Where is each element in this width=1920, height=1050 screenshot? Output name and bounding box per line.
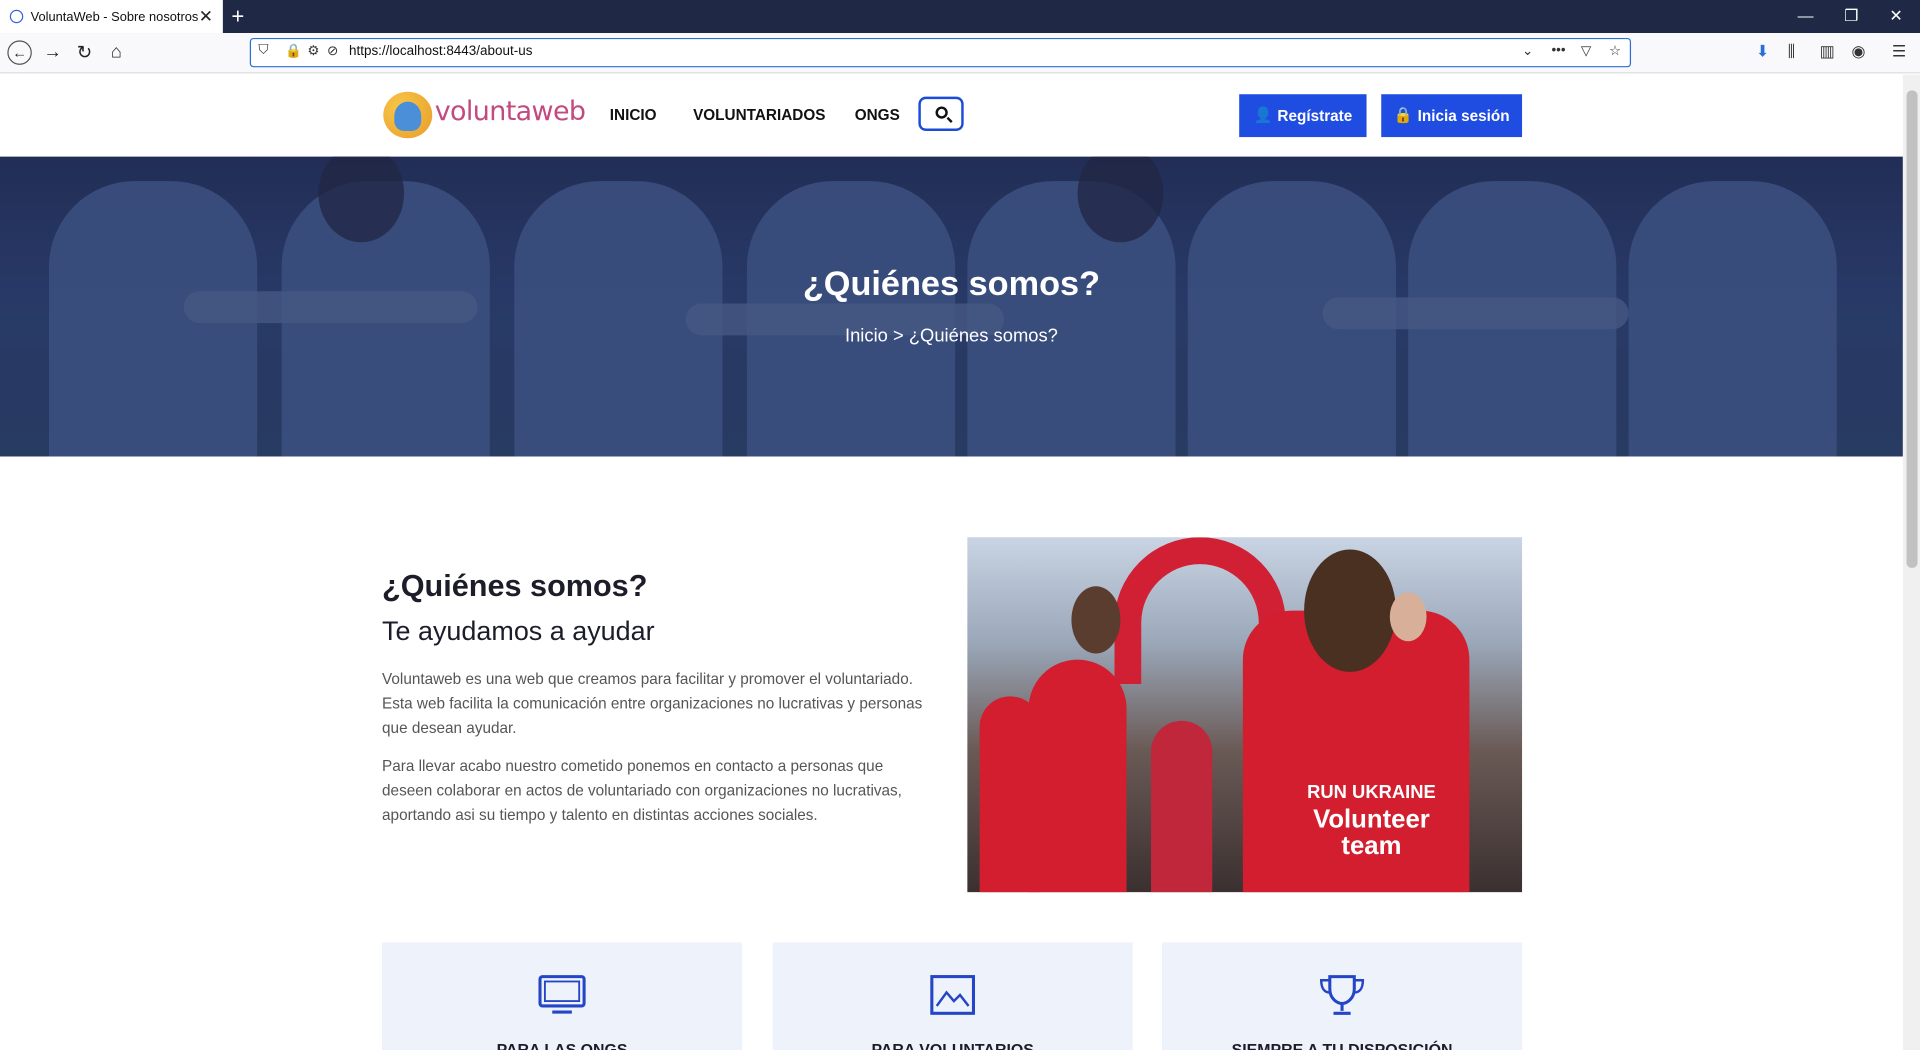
logo-text: voluntaweb <box>434 96 586 128</box>
paragraph-line: Para llevar acabo nuestro cometido ponem… <box>382 757 884 775</box>
download-icon[interactable]: ⬇ <box>1756 42 1769 62</box>
about-subheading: Te ayudamos a ayudar <box>382 615 655 647</box>
photo-head <box>1389 592 1427 642</box>
account-icon[interactable]: ◉ <box>1851 42 1865 62</box>
url-text[interactable]: https://localhost:8443/about-us <box>349 44 532 59</box>
close-tab-icon[interactable]: ✕ <box>199 6 213 27</box>
home-icon[interactable]: ⌂ <box>105 42 127 63</box>
back-icon[interactable]: ← <box>7 40 32 65</box>
photo-person <box>1028 659 1127 893</box>
register-label: Regístrate <box>1277 107 1353 125</box>
photo-head <box>1304 549 1396 672</box>
volunteers-photo: RUN UKRAINE Volunteer team <box>967 537 1523 893</box>
new-tab-icon[interactable]: + <box>231 4 244 30</box>
nav-item-ongs[interactable]: ONGS <box>855 106 900 123</box>
paragraph-line: Voluntaweb es una web que creamos para f… <box>382 670 913 688</box>
feature-card-title: PARA VOLUNTARIOS <box>871 1040 1034 1050</box>
paragraph-line: que desean ayudar. <box>382 719 517 737</box>
tracking-icon[interactable]: ⊘ <box>327 43 338 59</box>
minimize-icon[interactable]: — <box>1798 6 1814 24</box>
about-heading: ¿Quiénes somos? <box>382 569 648 604</box>
paragraph-line: aportando asi su tiempo y talento en dis… <box>382 806 818 824</box>
search-button[interactable] <box>918 96 964 131</box>
breadcrumb-home-link[interactable]: Inicio <box>845 326 888 347</box>
image-icon <box>930 975 976 1015</box>
breadcrumb: Inicio > ¿Quiénes somos? <box>0 326 1903 347</box>
tab-title: VoluntaWeb - Sobre nosotros <box>30 9 199 24</box>
address-bar[interactable]: ⛉ 🔒 ⚙ ⊘ https://localhost:8443/about-us … <box>249 37 1632 68</box>
feature-card-title: SIEMPRE A TU DISPOSICIÓN <box>1231 1040 1453 1050</box>
register-button[interactable]: 👤 Regístrate <box>1239 94 1367 138</box>
photo-head <box>1071 586 1121 654</box>
breadcrumb-separator: > <box>892 325 904 347</box>
nav-item-inicio[interactable]: INICIO <box>610 106 657 123</box>
feature-card-ongs: PARA LAS ONGS <box>382 942 743 1050</box>
monitor-icon <box>538 975 586 1014</box>
bookmark-star-icon[interactable]: ☆ <box>1609 43 1621 59</box>
more-icon[interactable]: ••• <box>1551 43 1565 58</box>
site-logo[interactable]: voluntaweb <box>383 89 586 140</box>
user-icon: 👤 <box>1253 106 1273 124</box>
shield-icon[interactable]: ⛉ <box>258 43 268 59</box>
hero-title: ¿Quiénes somos? <box>802 264 1101 303</box>
nav-item-voluntariados[interactable]: VOLUNTARIADOS <box>693 106 825 123</box>
browser-tab-bar: VoluntaWeb - Sobre nosotros ✕ + — ❐ ✕ <box>0 0 1920 34</box>
close-window-icon[interactable]: ✕ <box>1889 6 1902 26</box>
login-label: Inicia sesión <box>1417 107 1510 125</box>
paragraph-line: deseen colaborar en actos de voluntariad… <box>382 782 902 800</box>
photo-person <box>1151 720 1213 893</box>
site-header: voluntaweb INICIO VOLUNTARIADOS ONGS 👤 R… <box>0 74 1903 157</box>
feature-card-title: PARA LAS ONGS <box>496 1040 628 1050</box>
shirt-text: Volunteer team <box>1313 805 1430 861</box>
trophy-icon <box>1320 975 1365 1015</box>
lock-icon: 🔒 <box>1393 106 1413 124</box>
login-button[interactable]: 🔒 Inicia sesión <box>1381 94 1523 138</box>
permissions-icon[interactable]: ⚙ <box>307 43 319 59</box>
feature-card-disposicion: SIEMPRE A TU DISPOSICIÓN <box>1162 942 1523 1050</box>
shirt-brand: RUN UKRAINE <box>1307 782 1436 803</box>
hero-overlay <box>0 156 1903 457</box>
menu-icon[interactable]: ☰ <box>1892 42 1906 62</box>
about-paragraph-1: Voluntaweb es una web que creamos para f… <box>382 667 945 740</box>
sidebar-icon[interactable]: ▥ <box>1820 42 1835 62</box>
feature-card-voluntarios: PARA VOLUNTARIOS <box>772 942 1133 1050</box>
library-icon[interactable]: ⫼ <box>1788 42 1795 62</box>
hero-banner: ¿Quiénes somos? Inicio > ¿Quiénes somos? <box>0 156 1903 457</box>
paragraph-line: Esta web facilita la comunicación entre … <box>382 695 923 713</box>
logo-mark-icon <box>383 91 433 139</box>
search-icon <box>935 106 948 119</box>
lock-warning-icon[interactable]: 🔒 <box>285 43 302 59</box>
pocket-icon[interactable]: ▽ <box>1581 43 1591 59</box>
restore-icon[interactable]: ❐ <box>1844 6 1858 26</box>
site-favicon-icon <box>9 9 24 24</box>
forward-icon[interactable]: → <box>42 42 64 63</box>
breadcrumb-current: ¿Quiénes somos? <box>908 325 1058 347</box>
page-scrollbar-thumb[interactable] <box>1906 90 1918 568</box>
chevron-down-icon[interactable]: ⌄ <box>1522 43 1533 59</box>
about-paragraph-2: Para llevar acabo nuestro cometido ponem… <box>382 754 945 827</box>
browser-nav-bar: ← → ↻ ⌂ ⛉ 🔒 ⚙ ⊘ https://localhost:8443/a… <box>0 33 1920 74</box>
browser-tab[interactable]: VoluntaWeb - Sobre nosotros ✕ <box>0 0 223 34</box>
reload-icon[interactable]: ↻ <box>73 42 95 64</box>
